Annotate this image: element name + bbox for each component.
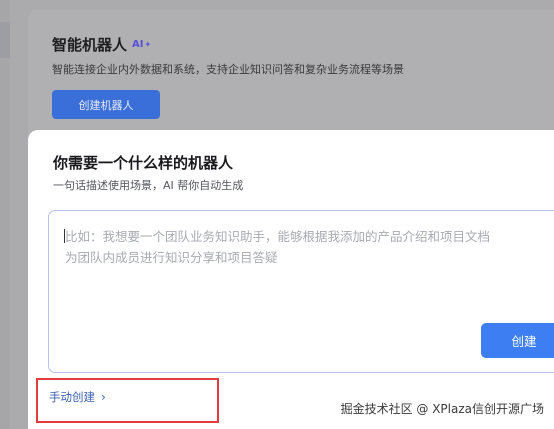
create-robot-button[interactable]: 创建机器人 xyxy=(52,90,160,119)
generate-create-button[interactable]: 创建 xyxy=(481,323,554,358)
prompt-placeholder: 比如：我想要一个团队业务知识助手，能够根据我添加的产品介绍和项目文档 为团队内成… xyxy=(65,229,491,265)
page-title: 智能机器人 xyxy=(52,36,128,54)
manual-create-label: 手动创建 xyxy=(49,390,95,404)
dialog-subtitle: 一句话描述使用场景，AI 帮你自动生成 xyxy=(53,179,244,192)
screen: 智能机器人 AI ✦ 智能连接企业内外数据和系统，支持企业知识问答和复杂业务流程… xyxy=(0,0,554,429)
chevron-right-icon: › xyxy=(101,390,106,404)
page-description: 智能连接企业内外数据和系统，支持企业知识问答和复杂业务流程等场景 xyxy=(52,63,404,76)
left-nav-active-tab xyxy=(0,22,10,58)
ai-badge: AI ✦ xyxy=(132,39,151,50)
dialog-title: 你需要一个什么样的机器人 xyxy=(53,154,234,172)
manual-create-link[interactable]: 手动创建 › xyxy=(49,389,106,405)
ai-badge-label: AI xyxy=(132,39,144,50)
background-title-row: 智能机器人 AI ✦ xyxy=(52,34,151,55)
watermark: 掘金技术社区 @ XPlaza信创开源广场 xyxy=(340,402,544,416)
left-nav-strip xyxy=(0,0,10,429)
create-robot-dialog: 你需要一个什么样的机器人 一句话描述使用场景，AI 帮你自动生成 比如：我想要一… xyxy=(28,130,554,429)
sparkle-icon: ✦ xyxy=(144,40,152,49)
scenario-prompt-input[interactable]: 比如：我想要一个团队业务知识助手，能够根据我添加的产品介绍和项目文档 为团队内成… xyxy=(48,210,554,373)
